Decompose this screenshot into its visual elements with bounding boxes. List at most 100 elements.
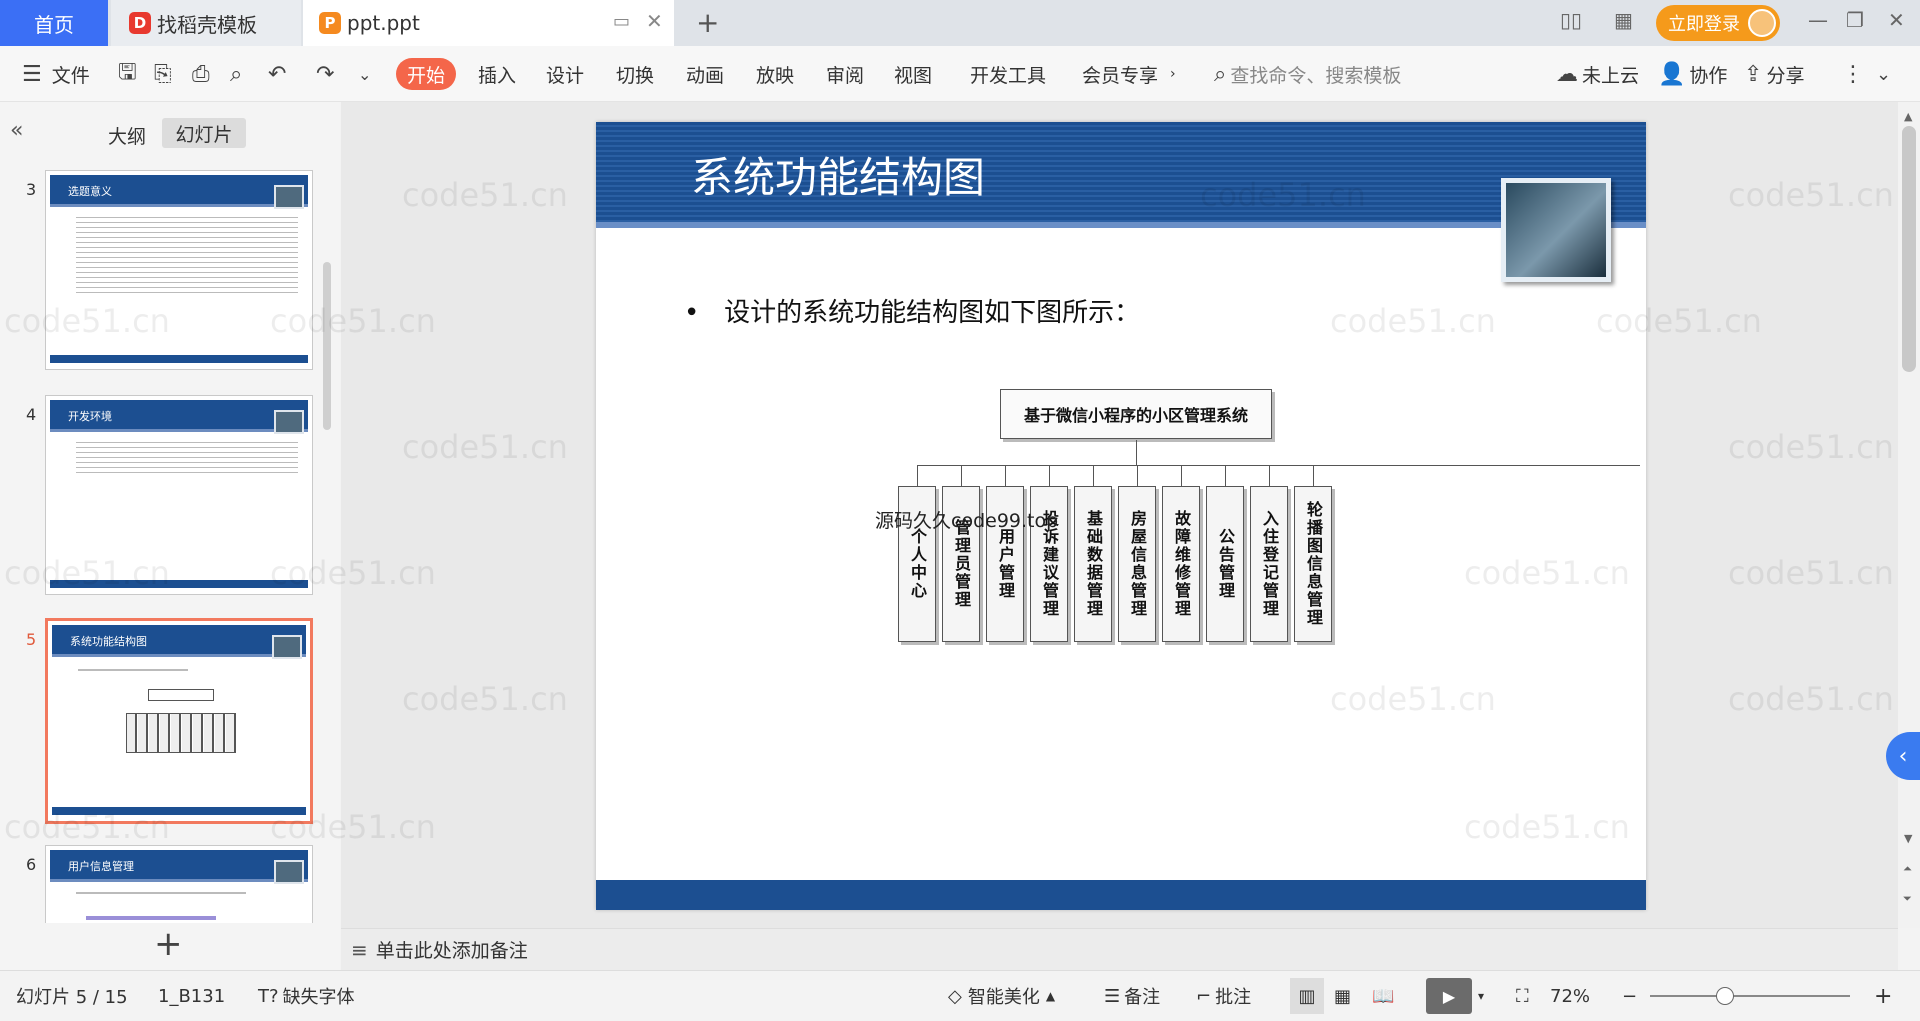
close-tab-icon[interactable]: ✕ [646,9,663,33]
thumbnail-text-lines [76,442,298,474]
cloud-button[interactable]: ☁ 未上云 [1556,46,1639,102]
org-chart-node[interactable]: 入住登记管理 [1250,486,1288,642]
org-chart-node[interactable]: 故障维修管理 [1162,486,1200,642]
minimize-icon[interactable]: — [1808,8,1828,32]
restore-icon[interactable]: ❐ [1846,8,1864,32]
thumbnail-image [274,410,304,434]
chevron-left-icon: ‹ [1898,743,1908,769]
save-icon[interactable]: 🖫 [118,46,137,102]
page-up-icon[interactable]: ⏶ [1903,862,1912,876]
tab-review[interactable]: 审阅 [826,46,864,102]
thumbnail-number: 6 [26,855,37,874]
notes-toggle-button[interactable]: ☰ 备注 [1104,971,1160,1021]
tab-template-label: 找稻壳模板 [157,12,257,37]
grid-apps-icon[interactable]: ▦ [1614,8,1633,32]
share-icon: ⇪ [1744,61,1763,87]
slide-sorter-icon[interactable]: ▦ [1334,971,1351,1021]
outline-tab[interactable]: 大纲 [108,122,146,149]
thumbnail-footer [52,807,306,815]
tab-transition-label: 切换 [616,64,655,87]
org-chart-node[interactable]: 基础数据管理 [1074,486,1112,642]
org-chart-node[interactable]: 轮播图信息管理 [1294,486,1332,642]
zoom-slider-handle[interactable] [1716,987,1734,1005]
tab-slideshow[interactable]: 放映 [756,46,794,102]
slide-thumbnail-5[interactable]: 系统功能结构图 [45,618,313,824]
notes-toggle-label: 备注 [1124,987,1161,1008]
tab-insert[interactable]: 插入 [478,46,516,102]
missing-font-button[interactable]: T? 缺失字体 [258,971,355,1021]
slide-bullet[interactable]: • 设计的系统功能结构图如下图所示： [684,292,1140,329]
tab-member-label: 会员专享 [1082,64,1159,87]
scroll-down-icon[interactable]: ▼ [1904,832,1912,845]
slides-tab[interactable]: 幻灯片 [162,118,246,148]
file-menu[interactable]: ☰ 文件 [22,46,90,102]
redo-icon[interactable]: ↷ [316,46,334,102]
window-mode-icon[interactable]: ▭ [613,11,630,32]
org-chart-root[interactable]: 基于微信小程序的小区管理系统 [1000,389,1272,439]
tab-developer[interactable]: 开发工具 [970,46,1046,102]
tab-view[interactable]: 视图 [894,46,932,102]
scroll-thumb[interactable] [1902,126,1916,372]
search-icon: ⌕ [1214,61,1227,87]
tab-home[interactable]: 首页 [0,0,108,46]
more-tabs-icon[interactable]: › [1170,46,1176,102]
slide-thumbnail-3[interactable]: 选题意义 [45,170,313,370]
org-connector [1093,465,1094,486]
tab-template[interactable]: D 找稻壳模板 [111,0,301,46]
layout-icon[interactable]: ▯▯ [1560,8,1582,32]
org-chart-node[interactable]: 房屋信息管理 [1118,486,1156,642]
tab-view-label: 视图 [894,64,933,87]
print-icon[interactable]: ⎙ [192,46,210,102]
preview-icon[interactable]: ⌕ [230,46,242,102]
collapse-ribbon-icon[interactable]: ⌄ [1876,46,1891,102]
undo-icon[interactable]: ↶ [268,46,286,102]
zoom-in-icon[interactable]: + [1874,971,1892,1021]
collapse-pane-icon[interactable]: « [10,118,23,143]
zoom-slider[interactable] [1650,987,1850,1005]
thumbnail-image [274,860,304,884]
org-connector [1269,465,1270,486]
current-slide[interactable]: 系统功能结构图 • 设计的系统功能结构图如下图所示： 基于微信小程序的小区管理系… [596,122,1646,910]
normal-view-icon[interactable]: ▥ [1290,978,1324,1014]
tab-design[interactable]: 设计 [546,46,584,102]
more-options-icon[interactable]: ⋮ [1842,46,1864,102]
thumbnail-number: 5 [26,630,37,649]
login-button[interactable]: 立即登录 [1656,5,1780,41]
slide-thumbnail-6[interactable]: 用户信息管理 [45,845,313,923]
notes-bar[interactable]: ≡ 单击此处添加备注 [341,928,1898,970]
reading-view-icon[interactable]: 📖 [1372,971,1394,1021]
zoom-level[interactable]: 72% [1550,971,1590,1021]
share-button[interactable]: ⇪ 分享 [1744,46,1804,102]
tab-transition[interactable]: 切换 [616,46,654,102]
scroll-up-icon[interactable]: ▲ [1904,110,1912,123]
quick-access-dropdown-icon[interactable]: ⌄ [358,46,371,102]
play-options-icon[interactable]: ▾ [1478,971,1484,1021]
editor-scrollbar[interactable]: ▲ ▼ ⏶ ⏷ [1898,102,1920,928]
thumbnail-scrollbar[interactable] [323,262,331,430]
new-tab-icon[interactable]: + [696,6,719,39]
add-slide-icon[interactable]: + [154,924,183,964]
tab-member[interactable]: 会员专享 [1082,46,1158,102]
play-slideshow-button[interactable]: ▶ [1426,978,1472,1014]
close-window-icon[interactable]: ✕ [1888,8,1905,32]
slide-bullet-text: 设计的系统功能结构图如下图所示： [724,298,1141,328]
tab-animation[interactable]: 动画 [686,46,724,102]
thumbnail-image [274,185,304,209]
export-icon[interactable]: ⎘ [154,46,172,102]
tab-ppt-file[interactable]: P ppt.ppt ▭ ✕ [303,0,674,46]
fit-window-icon[interactable]: ⛶ [1516,971,1529,1021]
org-chart-node[interactable]: 公告管理 [1206,486,1244,642]
comment-button[interactable]: ⌐ 批注 [1196,971,1251,1021]
org-connector [961,465,962,486]
beautify-button[interactable]: ◇ 智能美化 ▲ [948,971,1055,1021]
tab-insert-label: 插入 [478,64,517,87]
slide-thumbnail-4[interactable]: 开发环境 [45,395,313,595]
thumbnail-number: 4 [26,405,37,424]
zoom-out-icon[interactable]: − [1622,971,1637,1021]
slide-title[interactable]: 系统功能结构图 [691,144,985,205]
collab-button[interactable]: 👤 协作 [1658,46,1727,102]
search-box[interactable]: ⌕ 查找命令、搜索模板 [1214,46,1401,102]
tab-start[interactable]: 开始 [396,58,456,90]
theme-name[interactable]: 1_B131 [158,971,225,1021]
page-down-icon[interactable]: ⏷ [1903,892,1912,906]
